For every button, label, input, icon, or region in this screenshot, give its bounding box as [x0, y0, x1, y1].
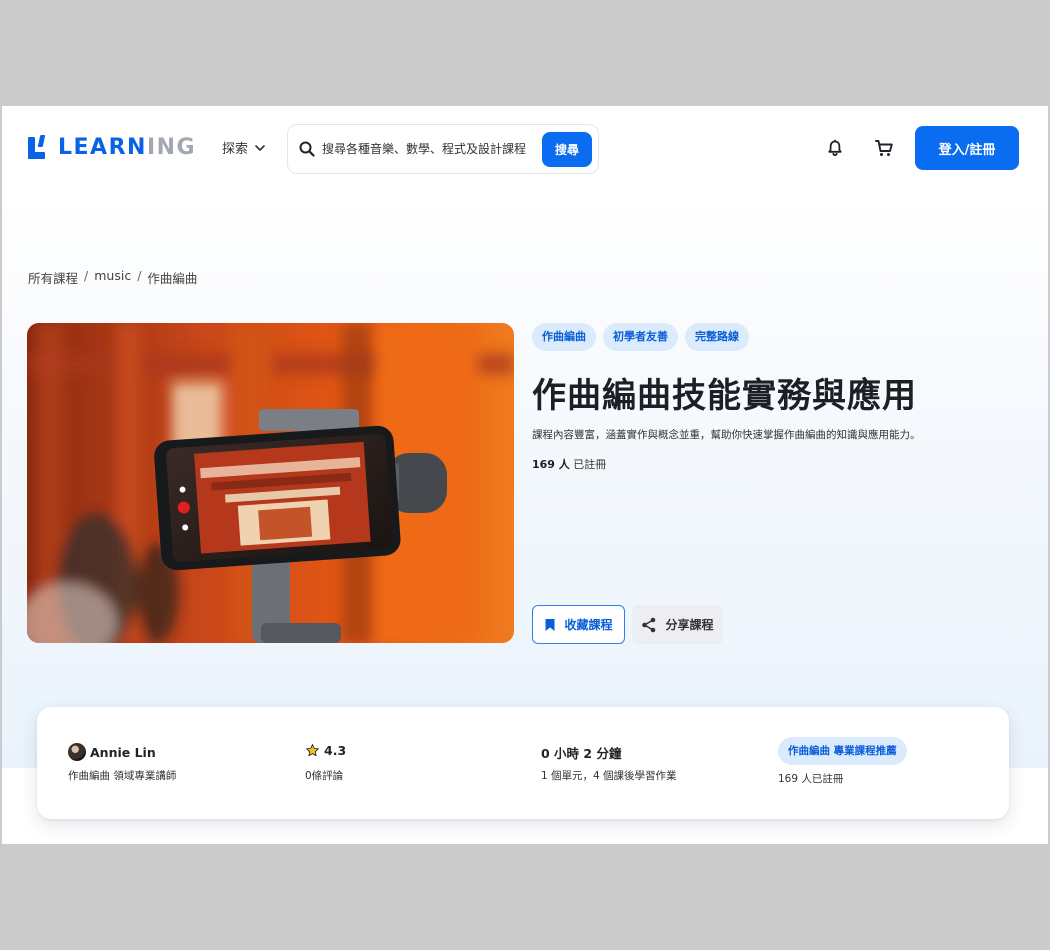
- star-icon: [306, 744, 319, 757]
- explore-label: 探索: [222, 142, 249, 157]
- tag-composition[interactable]: 作曲編曲: [532, 323, 596, 351]
- save-course-button[interactable]: 收藏課程: [532, 605, 625, 644]
- share-course-button[interactable]: 分享課程: [632, 605, 723, 644]
- logo-text: LEARNING: [58, 135, 197, 160]
- search-button[interactable]: 搜尋: [542, 132, 592, 167]
- course-duration: 0 小時 2 分鐘: [541, 746, 622, 761]
- logo[interactable]: LEARNING: [28, 135, 196, 161]
- enrolled-number: 169 人: [532, 458, 570, 471]
- breadcrumb-item-composition[interactable]: 作曲編曲: [147, 268, 197, 287]
- tag-complete-path[interactable]: 完整路線: [685, 323, 749, 351]
- breadcrumb-separator: /: [84, 268, 89, 283]
- chevron-down-icon: [255, 144, 265, 151]
- bookmark-icon: [545, 618, 555, 631]
- review-count[interactable]: 0條評論: [305, 768, 343, 783]
- course-title: 作曲編曲技能實務與應用: [532, 376, 917, 416]
- breadcrumb-item-all-courses[interactable]: 所有課程: [28, 268, 78, 287]
- search-icon: [299, 141, 315, 157]
- header: LEARNING 探索 搜尋 登入/註冊: [2, 106, 1048, 190]
- cart-icon[interactable]: [873, 137, 895, 159]
- breadcrumb-item-music[interactable]: music: [94, 268, 131, 287]
- bell-icon[interactable]: [825, 138, 845, 158]
- instructor-name[interactable]: Annie Lin: [90, 745, 156, 760]
- enrolled-suffix: 已註冊: [573, 458, 607, 471]
- course-info-card: Annie Lin 作曲編曲 領域專業講師 4.3 0條評論 0 小時 2 分鐘…: [37, 707, 1009, 819]
- instructor-role: 作曲編曲 領域專業講師: [68, 770, 177, 782]
- course-tags: 作曲編曲 初學者友善 完整路線: [532, 323, 749, 351]
- rating-value: 4.3: [324, 743, 347, 758]
- recommend-enrolled: 169 人已註冊: [778, 773, 844, 785]
- login-register-button[interactable]: 登入/註冊: [915, 126, 1019, 170]
- search-bar: 搜尋: [287, 124, 599, 174]
- explore-menu[interactable]: 探索: [222, 138, 266, 157]
- tag-beginner-friendly[interactable]: 初學者友善: [603, 323, 678, 351]
- save-course-label: 收藏課程: [564, 618, 613, 632]
- enrolled-count: 169 人 已註冊: [532, 456, 606, 472]
- course-cover-image: [27, 323, 514, 643]
- course-description: 課程內容豐富，涵蓋實作與概念並重，幫助你快速掌握作曲編曲的知識與應用能力。: [532, 429, 921, 441]
- breadcrumb: 所有課程 / music / 作曲編曲: [28, 268, 197, 287]
- search-input[interactable]: [322, 137, 536, 161]
- logo-mark-icon: [28, 135, 48, 161]
- share-course-label: 分享課程: [665, 618, 714, 632]
- breadcrumb-separator: /: [137, 268, 142, 283]
- share-icon: [642, 617, 656, 632]
- recommend-badge[interactable]: 作曲編曲 專業課程推薦: [778, 737, 907, 765]
- instructor-avatar: [68, 743, 86, 761]
- page: LEARNING 探索 搜尋 登入/註冊 所有課程 / music / 作曲編曲: [2, 106, 1048, 844]
- course-units: 1 個單元，4 個課後學習作業: [541, 770, 677, 782]
